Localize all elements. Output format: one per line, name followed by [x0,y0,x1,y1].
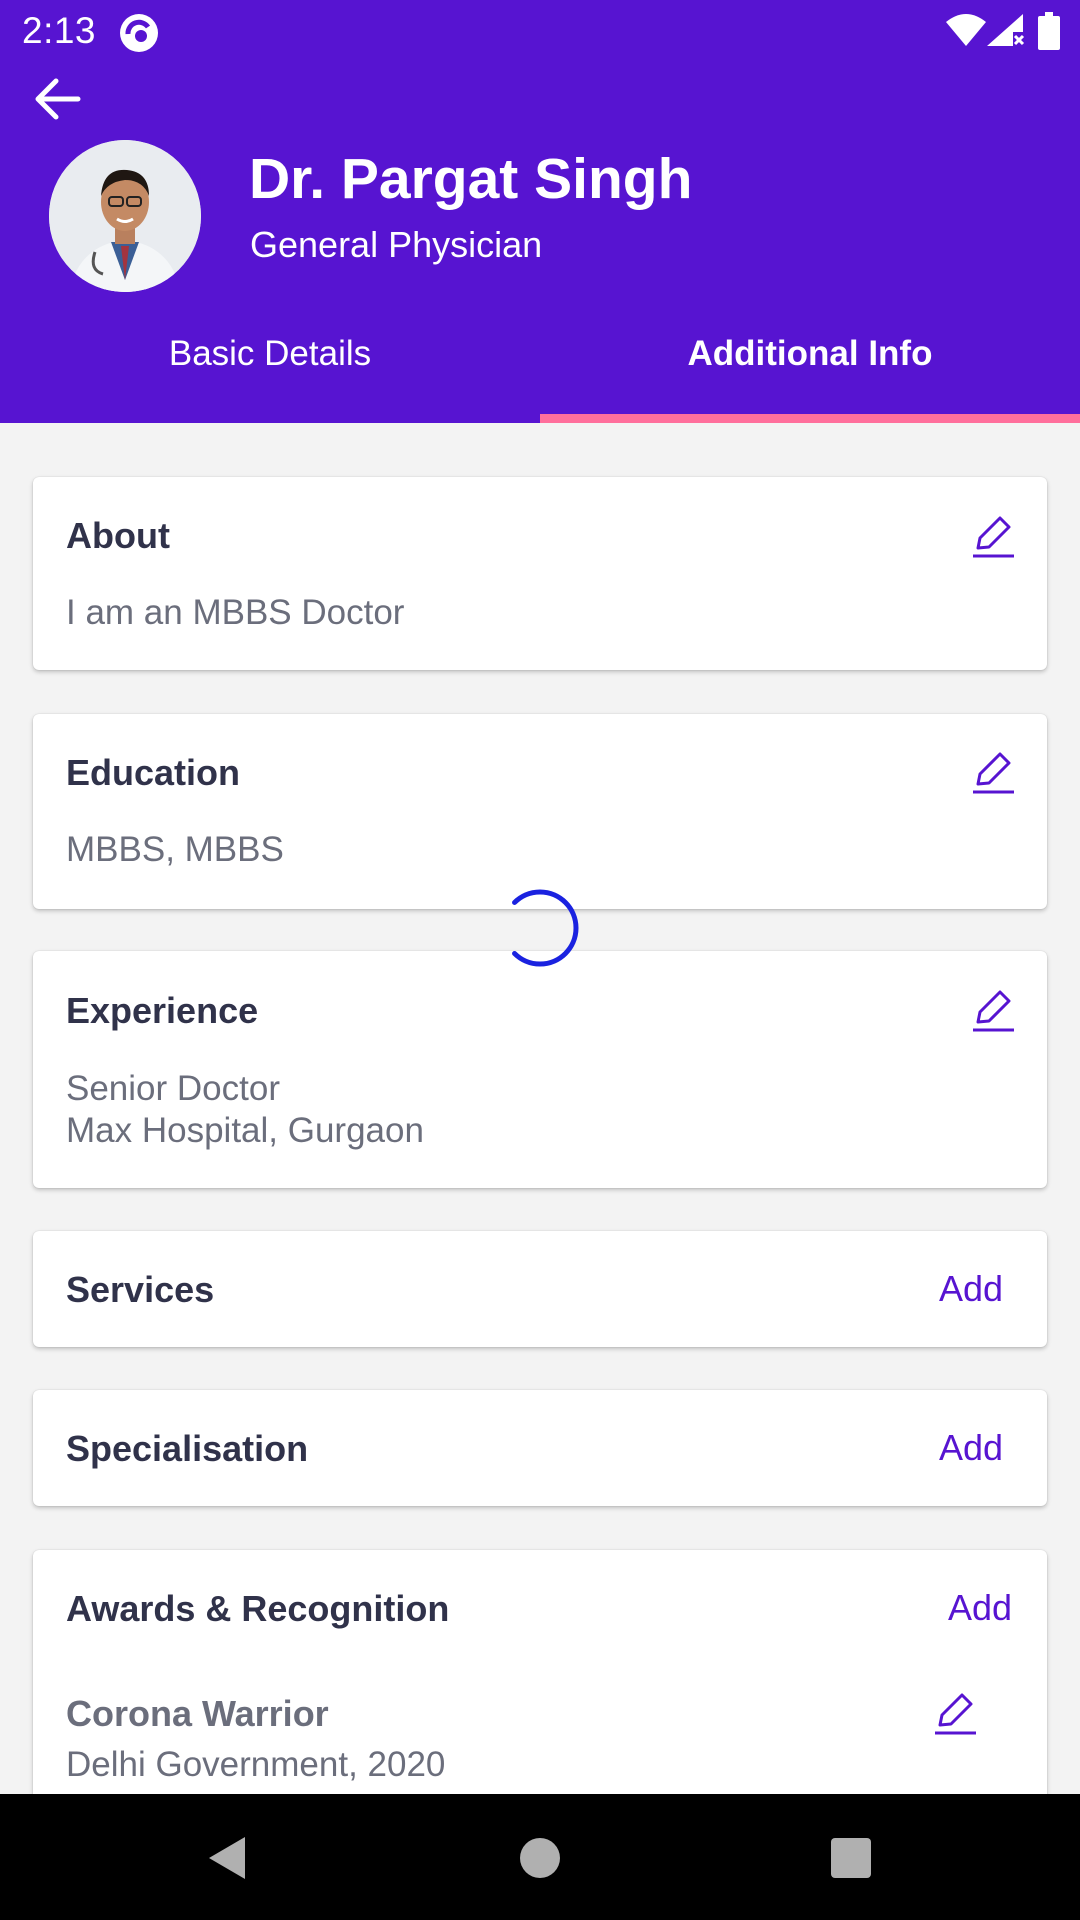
doctor-role: General Physician [250,224,543,265]
awards-title: Awards & Recognition [66,1588,450,1629]
tab-indicator [540,414,1080,423]
loading-spinner-icon [512,889,579,967]
nav-home-icon[interactable] [520,1838,560,1878]
tab-basic-details[interactable]: Basic Details [0,334,540,374]
about-text: I am an MBBS Doctor [66,593,405,632]
services-title: Services [66,1269,215,1310]
add-award-button[interactable]: Add [948,1587,1012,1629]
edit-experience-pencil-icon[interactable] [968,984,1018,1034]
app-notification-icon [120,14,158,52]
tab-additional-info[interactable]: Additional Info [540,334,1080,374]
edit-award-pencil-icon[interactable] [930,1687,980,1737]
status-time: 2:13 [22,10,97,51]
services-card: Services Add [33,1231,1047,1347]
back-arrow-icon[interactable] [30,74,84,124]
doctor-name: Dr. Pargat Singh [249,147,693,211]
experience-card: Experience Senior Doctor Max Hospital, G… [33,951,1047,1188]
edit-education-pencil-icon[interactable] [968,746,1018,796]
award-name: Corona Warrior [66,1693,329,1734]
nav-back-icon[interactable] [205,1833,255,1883]
add-services-button[interactable]: Add [939,1268,1003,1310]
specialisation-card: Specialisation Add [33,1390,1047,1506]
nav-recent-icon[interactable] [831,1838,871,1878]
education-card: Education MBBS, MBBS [33,714,1047,909]
add-specialisation-button[interactable]: Add [939,1427,1003,1469]
experience-hospital: Max Hospital, Gurgaon [66,1111,424,1150]
edit-about-pencil-icon[interactable] [968,510,1018,560]
about-title: About [66,515,170,556]
doctor-avatar [49,140,201,292]
profile-header: 2:13 Dr. Pargat Singh General Physician … [0,0,1080,423]
award-detail: Delhi Government, 2020 [66,1745,446,1784]
wifi-icon [946,14,986,46]
specialisation-title: Specialisation [66,1428,309,1469]
education-title: Education [66,752,241,793]
signal-icon [987,14,1025,46]
battery-icon [1038,12,1060,50]
about-card: About I am an MBBS Doctor [33,477,1047,670]
education-text: MBBS, MBBS [66,830,284,869]
experience-title: Experience [66,990,259,1031]
experience-position: Senior Doctor [66,1069,280,1108]
